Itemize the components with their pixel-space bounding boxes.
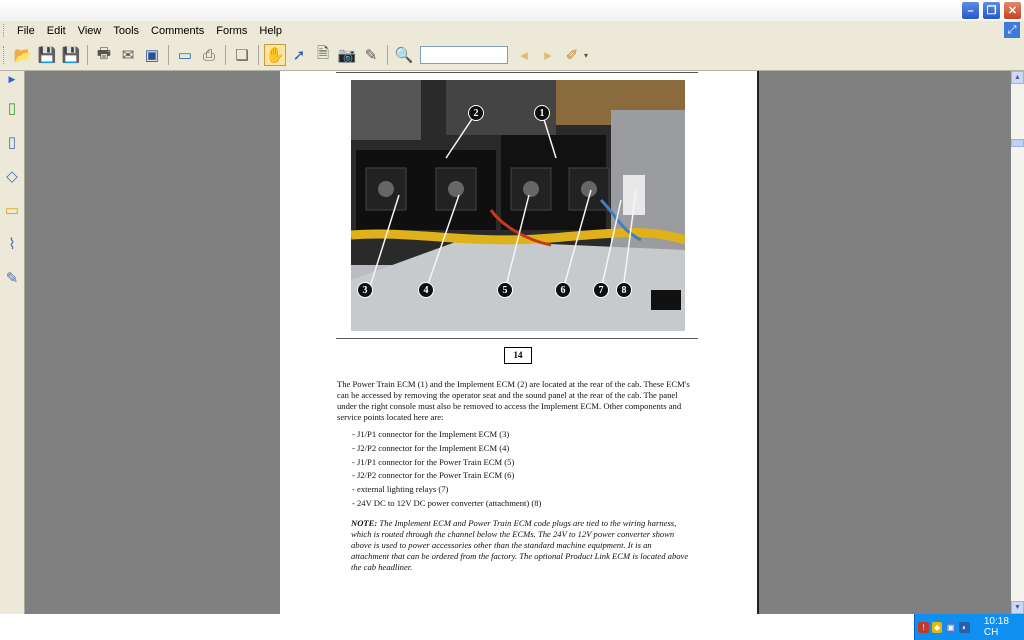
system-tray: ! ◆ ▣ ◐ 10:18 CH [914,614,1024,640]
toolbar-separator [87,45,88,65]
menu-forms[interactable]: Forms [210,25,253,37]
shield-icon[interactable]: ◆ [931,621,943,633]
menu-edit[interactable]: Edit [41,25,72,37]
scroll-thumb[interactable] [1011,139,1024,147]
hand-tool-icon[interactable]: ✋ [264,44,286,66]
toolbar: 📂 💾 💾 🖶 ✉ ▣ ▭ ⎙ ❏ ✋ ➚ 🗎 📷 ✎ 🔍 ◂ ▸ ✐ ▾ [0,40,1024,71]
scroll-up-icon[interactable]: ▲ [1011,71,1024,84]
snapshot-icon[interactable]: 📷 [336,44,358,66]
capture-icon[interactable]: ⎙ [198,44,220,66]
comments-icon[interactable]: ▭ [2,201,22,221]
menu-file[interactable]: File [11,25,41,37]
fax-icon[interactable]: ▣ [141,44,163,66]
status-strip [0,614,1024,640]
list-item: - external lighting relays (7) [352,484,449,495]
layers-icon[interactable]: ◇ [2,167,22,187]
title-bar: – ❐ ✕ [0,0,1024,22]
toolbar-separator [258,45,259,65]
save-copy-icon[interactable]: 💾 [60,44,82,66]
callout-2: 2 [468,105,484,121]
clock[interactable]: 10:18 CH [984,616,1024,638]
sign-icon[interactable]: ✎ [360,44,382,66]
callout-8: 8 [616,282,632,298]
body-paragraph: The Power Train ECM (1) and the Implemen… [337,379,690,422]
save-icon[interactable]: 💾 [36,44,58,66]
note-paragraph: NOTE: The Implement ECM and Power Train … [351,518,691,573]
attachments-icon[interactable]: ⌇ [2,235,22,255]
cab-ecm-photo: 2 1 3 4 5 6 7 8 [351,80,685,331]
window-controls: – ❐ ✕ [961,1,1022,20]
find-icon[interactable]: 🔍 [393,44,415,66]
note-text: The Implement ECM and Power Train ECM co… [351,518,689,572]
list-item: - J2/P2 connector for the Implement ECM … [352,442,510,453]
navigation-pane: ▶ ▯ ▯ ◇ ▭ ⌇ ✎ [0,71,25,614]
resize-window-icon[interactable]: ⤢ [1004,22,1020,38]
email-icon[interactable]: ✉ [117,44,139,66]
pdf-page: 2 1 3 4 5 6 7 8 14 The Power Train ECM (… [280,71,759,614]
callout-6: 6 [555,282,571,298]
select-tool-icon[interactable]: ➚ [288,44,310,66]
callout-1: 1 [534,105,550,121]
volume-icon[interactable]: ◐ [959,621,970,633]
callout-5: 5 [497,282,513,298]
network-icon[interactable]: ▣ [945,621,957,633]
signatures-icon[interactable]: ✎ [2,269,22,289]
find-input[interactable] [420,46,508,64]
menu-help[interactable]: Help [253,25,288,37]
top-rule [336,72,698,73]
security-alert-icon[interactable]: ! [918,621,929,633]
chevron-down-icon[interactable]: ▾ [584,51,588,60]
vertical-scrollbar[interactable]: ▲ ▼ [1011,71,1024,614]
page-number-box: 14 [504,347,532,364]
component-list: - J1/P1 connector for the Implement ECM … [352,428,541,511]
callout-4: 4 [418,282,434,298]
restore-button[interactable]: ❐ [982,1,1001,20]
pages-icon[interactable]: ❏ [231,44,253,66]
menu-bar: File Edit View Tools Comments Forms Help… [0,21,1024,40]
menu-comments[interactable]: Comments [145,25,210,37]
bookmarks-icon[interactable]: ▯ [2,99,22,119]
bottom-rule [336,338,698,339]
callout-3: 3 [357,282,373,298]
toolbar-separator [168,45,169,65]
list-item: - J1/P1 connector for the Power Train EC… [352,456,515,467]
expand-panel-icon[interactable]: ▶ [0,74,24,85]
toolbar-separator [387,45,388,65]
menu-tools[interactable]: Tools [107,25,145,37]
toolbar-grip [3,46,7,64]
comment-icon[interactable]: ✐ [561,44,583,66]
menu-grip [3,24,7,37]
callout-7: 7 [593,282,609,298]
toolbar-separator [225,45,226,65]
open-icon[interactable]: 📂 [12,44,34,66]
text-select-icon[interactable]: 🗎 [312,44,334,66]
scroll-down-icon[interactable]: ▼ [1011,601,1024,614]
note-label: NOTE: [351,518,378,528]
find-previous-icon[interactable]: ◂ [513,44,535,66]
find-next-icon[interactable]: ▸ [537,44,559,66]
minimize-button[interactable]: – [961,1,980,20]
document-area[interactable]: 2 1 3 4 5 6 7 8 14 The Power Train ECM (… [25,71,1011,614]
list-item: - J1/P1 connector for the Implement ECM … [352,429,510,439]
list-item: - J2/P2 connector for the Power Train EC… [352,470,515,481]
page-thumbnails-icon[interactable]: ▯ [2,133,22,153]
screen-icon[interactable]: ▭ [174,44,196,66]
list-item: - 24V DC to 12V DC power converter (atta… [352,497,542,508]
menu-view[interactable]: View [72,25,108,37]
close-button[interactable]: ✕ [1003,1,1022,20]
print-icon[interactable]: 🖶 [93,44,115,66]
